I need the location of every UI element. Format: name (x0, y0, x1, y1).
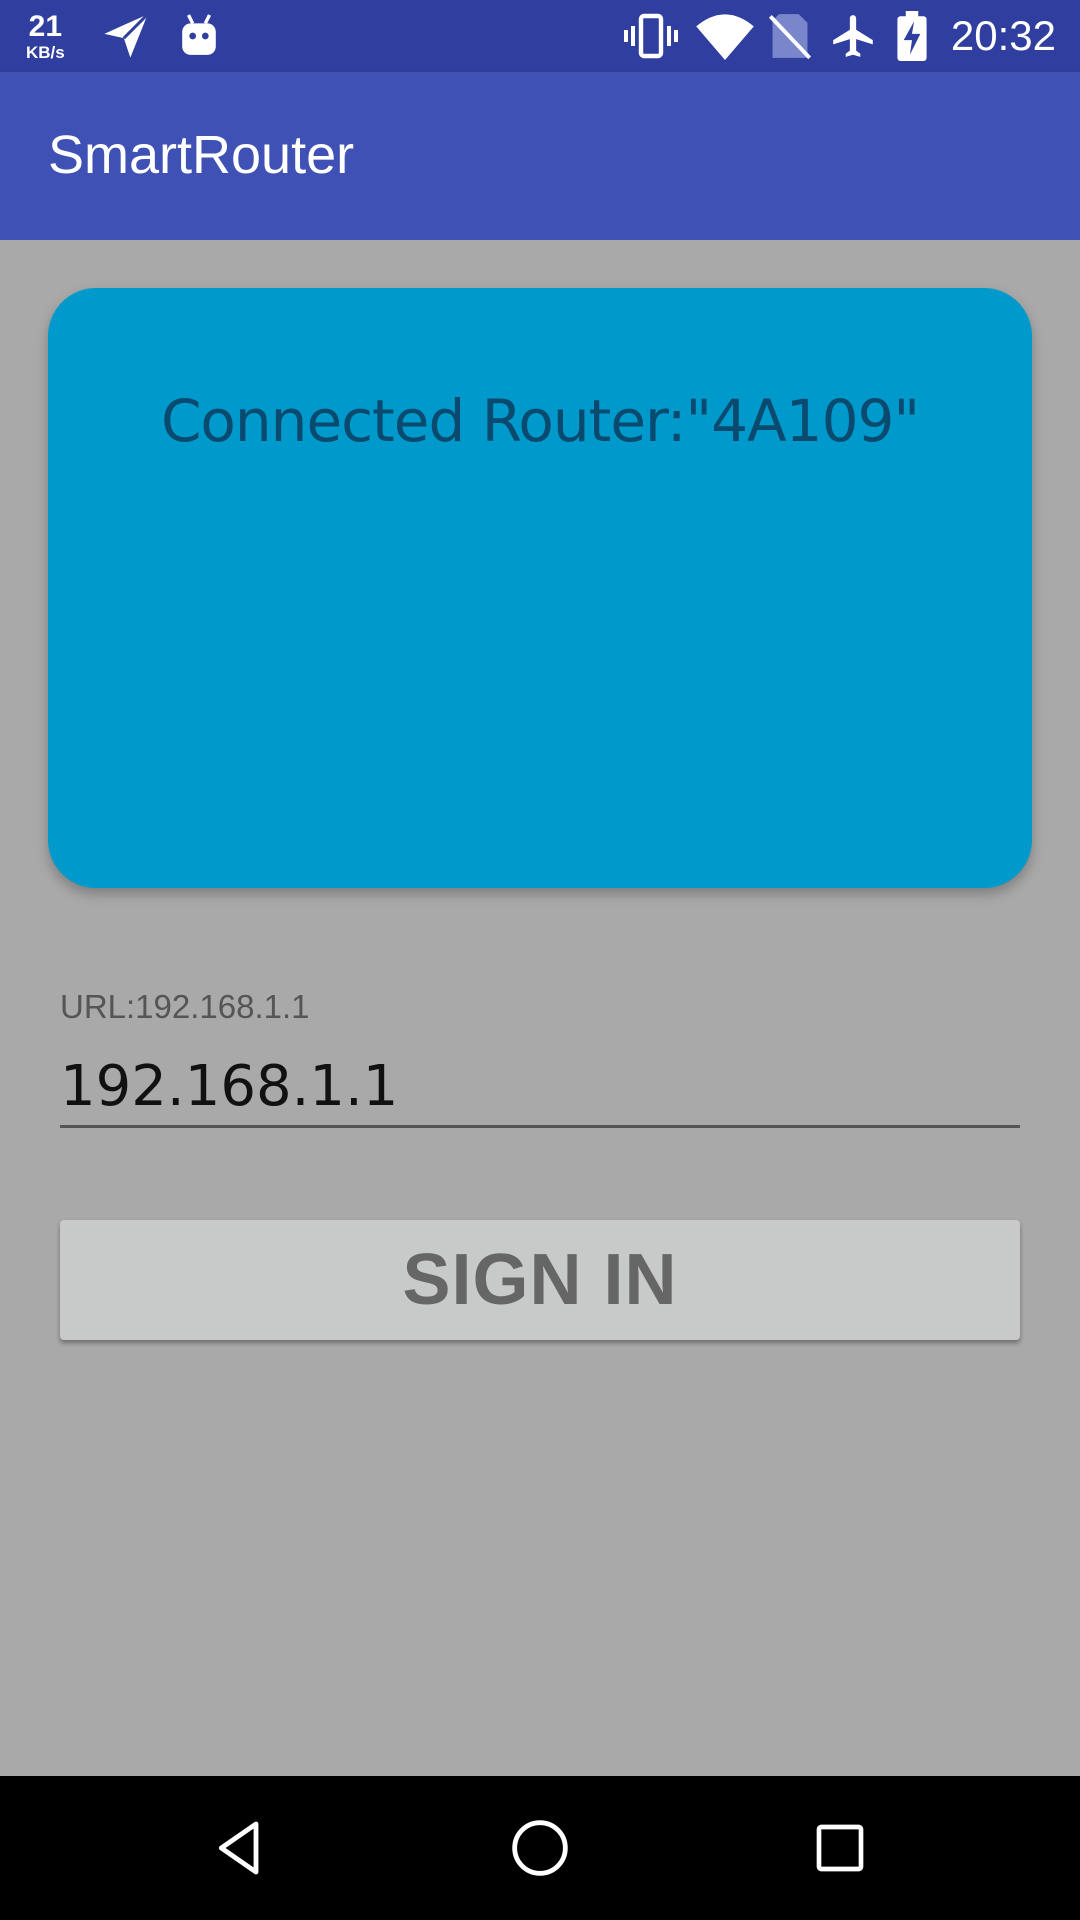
router-status-card: Connected Router:"4A109" (48, 288, 1032, 888)
url-input[interactable] (60, 1048, 1020, 1128)
android-icon (178, 0, 220, 72)
no-sim-icon (768, 0, 812, 72)
airplane-icon (828, 0, 878, 72)
app-title: SmartRouter (48, 125, 355, 185)
network-speed: 21 KB/s (26, 0, 65, 72)
wifi-icon (696, 0, 754, 72)
network-speed-value: 21 (28, 9, 63, 43)
vibrate-icon (622, 0, 680, 72)
connected-router-text: Connected Router:"4A109" (160, 387, 920, 455)
status-bar: 21 KB/s 20:32 (0, 0, 1080, 72)
navigation-bar (0, 1776, 1080, 1920)
recents-icon[interactable] (804, 1812, 876, 1884)
back-icon[interactable] (204, 1812, 276, 1884)
status-clock: 20:32 (950, 12, 1056, 59)
send-icon (100, 0, 152, 72)
home-icon[interactable] (504, 1812, 576, 1884)
network-speed-unit: KB/s (26, 42, 65, 62)
url-label: URL:192.168.1.1 (60, 988, 310, 1025)
battery-charging-icon (896, 0, 928, 72)
main-content: Connected Router:"4A109" URL:192.168.1.1… (0, 240, 1080, 1776)
app-bar: SmartRouter (0, 72, 1080, 240)
sign-in-button[interactable]: SIGN IN (60, 1220, 1020, 1340)
